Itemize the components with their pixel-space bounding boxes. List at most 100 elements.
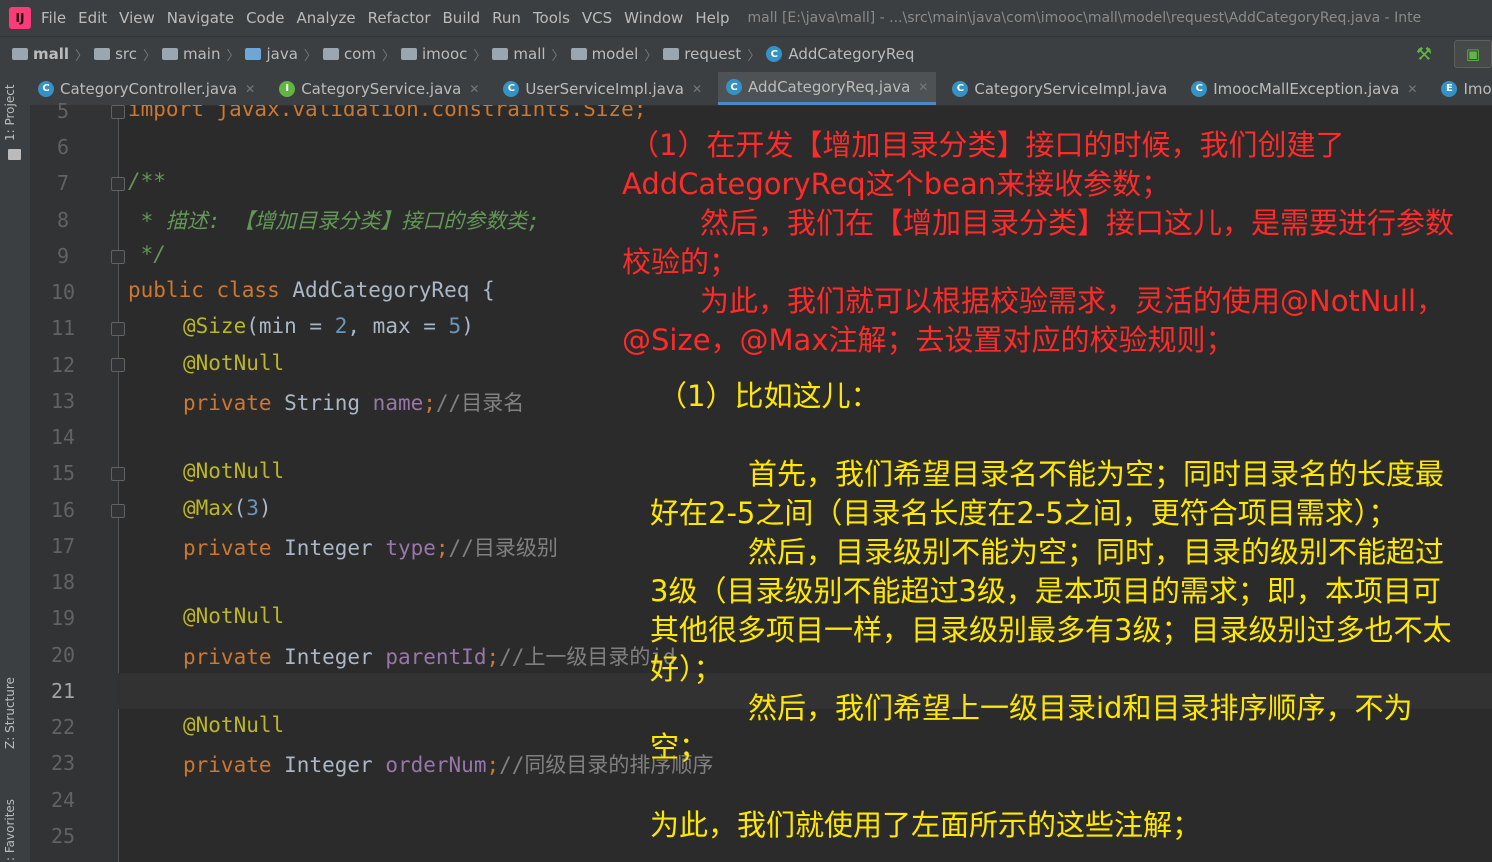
breadcrumb-addcategoryreq[interactable]: C AddCategoryReq (766, 45, 914, 63)
annotation-yellow-line-7: 好）； (650, 652, 723, 686)
menu-window[interactable]: Window (624, 9, 683, 27)
interface-icon: I (279, 80, 296, 97)
close-icon[interactable]: ✕ (245, 82, 255, 96)
code-line-5: import javax.validation.constraints.Size… (128, 105, 647, 121)
package-icon (492, 48, 509, 60)
code-line-22: @NotNull (183, 713, 285, 737)
code-line-10: public class AddCategoryReq { (128, 278, 495, 302)
line-number: 24 (50, 788, 76, 812)
line-number: 9 (56, 244, 70, 268)
code-line-12: @NotNull (183, 351, 285, 375)
breadcrumb-main[interactable]: main (161, 45, 220, 63)
class-icon: C (38, 80, 54, 97)
run-config-icon: ▣ (1465, 45, 1481, 63)
folder-icon (161, 48, 178, 60)
tab-imoocm[interactable]: EImoocM (1433, 72, 1492, 105)
structure-tool-button[interactable]: Z: Structure (3, 677, 17, 749)
code-line-11: @Size(min = 2, max = 5) (183, 314, 474, 338)
annotation-red-line-1: （1）在开发【增加目录分类】接口的时候，我们创建了 (630, 128, 1345, 162)
annotation-yellow-line-8: 然后，我们希望上一级目录id和目录排序顺序，不为 (748, 691, 1413, 725)
enum-icon: E (1441, 80, 1458, 97)
tab-addcategoryreq[interactable]: C AddCategoryReq.java ✕ (718, 72, 937, 105)
menu-file[interactable]: File (41, 9, 66, 27)
tab-categoryserviceimpl[interactable]: C CategoryServiceImpl.java (944, 72, 1175, 105)
folder-icon (94, 48, 111, 60)
window-title: mall [E:\java\mall] - ...\src\main\java\… (747, 10, 1422, 26)
line-number: 6 (56, 135, 70, 159)
close-icon[interactable]: ✕ (469, 82, 479, 96)
editor-tabs: C CategoryController.java ✕ I CategoryServi… (30, 71, 1492, 106)
line-number: 5 (56, 99, 70, 123)
line-number: 20 (50, 643, 76, 667)
menu-tools[interactable]: Tools (533, 9, 570, 27)
toolbar-right: ⚒ ▣ (1416, 37, 1492, 71)
close-icon[interactable]: ✕ (918, 80, 928, 94)
menu-view[interactable]: View (119, 9, 155, 27)
tab-categoryservice[interactable]: I CategoryService.java ✕ (271, 72, 487, 105)
code-line-19: @NotNull (183, 604, 285, 628)
annotation-yellow-line-2: 首先，我们希望目录名不能为空；同时目录名的长度最 (748, 457, 1445, 491)
line-number: 16 (50, 498, 76, 522)
chevron-right-icon: 〉 (473, 48, 487, 64)
menu-run[interactable]: Run (492, 9, 521, 27)
tab-imoocmallexception[interactable]: C ImoocMallException.java ✕ (1183, 72, 1425, 105)
close-icon[interactable]: ✕ (1407, 82, 1417, 96)
project-folder-icon (12, 48, 28, 60)
class-icon: C (726, 79, 743, 95)
menu-edit[interactable]: Edit (78, 9, 107, 27)
breadcrumb-com[interactable]: com (322, 45, 376, 63)
breadcrumb-model[interactable]: model (570, 45, 638, 63)
chevron-right-icon: 〉 (551, 48, 565, 64)
chevron-right-icon: 〉 (142, 48, 156, 64)
code-line-23: private Integer orderNum;//同级目录的排序顺序 (183, 753, 714, 777)
annotation-yellow-line-4: 然后，目录级别不能为空；同时，目录的级别不能超过 (748, 535, 1445, 569)
line-number: 17 (50, 534, 76, 558)
menu-navigate[interactable]: Navigate (167, 9, 234, 27)
project-folder-icon (8, 149, 21, 160)
line-number: 18 (50, 570, 76, 594)
menu-code[interactable]: Code (246, 9, 284, 27)
line-number: 14 (50, 425, 76, 449)
annotation-red-line-2: AddCategoryReq这个bean来接收参数； (622, 167, 1171, 201)
line-number: 22 (50, 715, 76, 739)
package-icon (663, 48, 680, 60)
line-number: 11 (50, 316, 76, 340)
breadcrumb-java[interactable]: java (245, 45, 298, 63)
line-number: 15 (50, 461, 76, 485)
close-icon[interactable]: ✕ (692, 82, 702, 96)
annotation-yellow-line-10: 为此，我们就使用了左面所示的这些注解； (650, 808, 1202, 842)
code-line-9: */ (128, 242, 166, 266)
menu-analyze[interactable]: Analyze (296, 9, 355, 27)
breadcrumb-mall-package[interactable]: mall (492, 45, 546, 63)
menu-help[interactable]: Help (695, 9, 729, 27)
menu-bar: IJ File Edit View Navigate Code Analyze … (0, 0, 1492, 36)
line-number-current: 21 (50, 679, 76, 703)
menu-vcs[interactable]: VCS (582, 9, 612, 27)
package-icon (401, 48, 417, 60)
chevron-right-icon: 〉 (226, 48, 240, 64)
menu-build[interactable]: Build (443, 9, 481, 27)
run-configuration-button[interactable]: ▣ (1454, 40, 1492, 68)
code-line-8: * 描述: 【增加目录分类】接口的参数类; (128, 209, 540, 233)
breadcrumb-imooc[interactable]: imooc (401, 45, 467, 63)
breadcrumb-src[interactable]: src (94, 45, 137, 63)
intellij-logo-icon: IJ (9, 7, 31, 29)
favorites-tool-button[interactable]: : Favorites (3, 799, 17, 861)
annotation-yellow-line-1: （1）比如这儿： (658, 379, 880, 413)
menu-refactor[interactable]: Refactor (368, 9, 431, 27)
chevron-right-icon: 〉 (747, 48, 761, 64)
build-hammer-icon[interactable]: ⚒ (1416, 44, 1432, 65)
class-icon: C (766, 46, 783, 62)
annotation-yellow-line-3: 好在2-5之间（目录名长度在2-5之间，更符合项目需求）； (650, 496, 1398, 530)
code-line-16: @Max(3) (183, 496, 272, 520)
breadcrumb-request[interactable]: request (663, 45, 741, 63)
project-tool-button[interactable]: 1: Project (3, 84, 17, 141)
annotation-red-line-4: 校验的； (622, 245, 739, 279)
breadcrumb-mall[interactable]: mall (12, 45, 69, 63)
navigation-bar: mall 〉 src 〉 main 〉 java 〉 com 〉 imooc 〉 mall 〉… (0, 36, 1492, 71)
annotation-red-line-3: 然后，我们在【增加目录分类】接口这儿，是需要进行参数 (700, 206, 1455, 240)
tab-userserviceimpl[interactable]: C UserServiceImpl.java ✕ (495, 72, 710, 105)
annotation-red-line-6: @Size，@Max注解；去设置对应的校验规则； (622, 323, 1235, 357)
code-line-15: @NotNull (183, 459, 285, 483)
editor-gutter: 5 6 7 8 9 10 11 12 13 14 15 16 17 18 19 … (30, 99, 125, 862)
